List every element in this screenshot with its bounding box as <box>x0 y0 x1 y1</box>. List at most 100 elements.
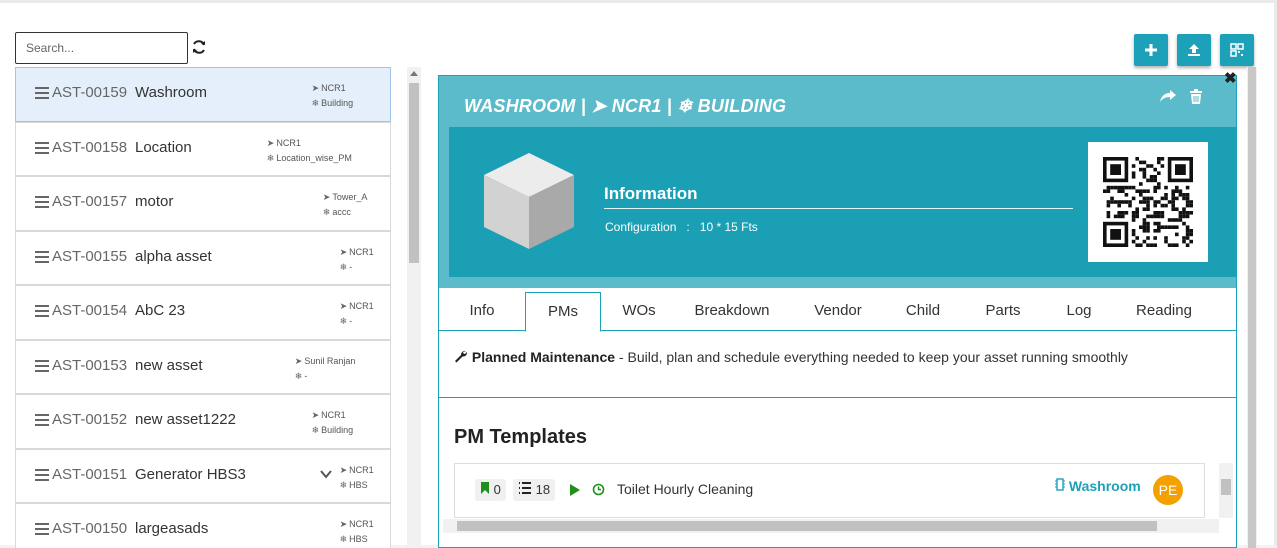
hamburger-icon[interactable] <box>35 196 49 208</box>
category-snowflake-icon: ❄ <box>322 207 331 217</box>
hamburger-icon[interactable] <box>35 359 49 372</box>
asset-list: AST-00159 Washroom ➤ NCR1 ❄ Building AST-00158… <box>15 67 391 548</box>
list-item[interactable]: AST-00157 motor ➤ Tower_A ❄ accc <box>15 176 391 231</box>
asset-page: AST-00159Washroom➤NCR1❄BuildingAST-00158… <box>0 0 1277 548</box>
tab-reading[interactable]: Reading <box>1109 292 1219 331</box>
add-asset-button[interactable] <box>1134 34 1168 66</box>
hamburger-icon[interactable] <box>35 523 49 535</box>
asset-meta: ➤ NCR1 ❄ Building <box>312 408 354 438</box>
hamburger-icon[interactable] <box>35 468 49 481</box>
tab-breakdown[interactable]: Breakdown <box>677 292 787 331</box>
qr-code[interactable] <box>1088 142 1208 262</box>
asset-location: NCR1 <box>349 464 374 475</box>
asset-code: AST-00153 <box>52 356 128 374</box>
list-item[interactable]: AST-00153 new asset ➤ Sunil Ranjan ❄ - <box>15 339 391 394</box>
pm-description: Planned Maintenance - Build, plan and sc… <box>454 349 1128 365</box>
category-snowflake-icon: ❄ <box>266 152 275 163</box>
tab-wos[interactable]: WOs <box>601 292 677 331</box>
detail-title: WASHROOM | ➤ NCR1 | ❄ BUILDING <box>464 96 787 116</box>
asset-name: Location <box>135 138 192 156</box>
category-snowflake-icon: ❄ <box>339 479 348 490</box>
trash-icon[interactable] <box>1189 89 1203 105</box>
list-item[interactable]: AST-00151 Generator HBS3 ➤ NCR1 ❄ HBS <box>15 448 391 503</box>
location-arrow-icon: ➤ <box>294 355 303 366</box>
hamburger-icon[interactable] <box>35 305 49 317</box>
location-arrow-icon: ➤ <box>339 519 348 529</box>
page-scrollbar[interactable] <box>1247 67 1257 548</box>
detail-header: WASHROOM | ➤ NCR1 | ❄ BUILDING Informati… <box>439 76 1236 288</box>
hamburger-icon[interactable] <box>35 141 49 154</box>
config-value: 10 * 15 Fts <box>699 220 758 234</box>
asset-code: AST-00154 <box>52 302 128 319</box>
config-label: Configuration <box>605 220 677 234</box>
asset-category: Location_wise_PM <box>276 152 352 163</box>
scrollbar-thumb[interactable] <box>409 83 419 263</box>
list-icon <box>519 482 531 494</box>
asset-name: new asset1222 <box>135 411 236 428</box>
list-item[interactable]: AST-00154 AbC 23 ➤ NCR1 ❄ - <box>15 285 391 340</box>
scroll-up-arrow[interactable] <box>410 71 418 76</box>
category-snowflake-icon: ❄ <box>294 370 303 381</box>
asset-location: NCR1 <box>276 137 301 148</box>
assignee-avatar[interactable]: PE <box>1153 475 1183 505</box>
tab-vendor[interactable]: Vendor <box>787 292 889 331</box>
flag-count-badge: 0 <box>475 479 506 501</box>
list-item[interactable]: AST-00158 Location ➤ NCR1 ❄ Location_wise_PM <box>15 121 391 176</box>
asset-code: AST-00158 <box>52 138 128 156</box>
task-count: 18 <box>535 482 551 497</box>
hamburger-icon[interactable] <box>35 87 49 99</box>
tab-pms[interactable]: PMs <box>525 292 601 332</box>
category-snowflake-icon: ❄ <box>339 261 348 272</box>
tab-parts[interactable]: Parts <box>957 292 1049 331</box>
asset-category: - <box>349 316 353 326</box>
templates-vscroll[interactable] <box>1219 463 1233 518</box>
templates-hscroll-thumb[interactable] <box>457 521 1157 531</box>
chevron-down-icon[interactable] <box>319 468 332 480</box>
asset-meta: ➤ NCR1 ❄ Building <box>312 81 354 111</box>
list-item[interactable]: AST-00150 largeasads ➤ NCR1 ❄ HBS <box>15 503 391 548</box>
template-location-name: Washroom <box>1068 478 1141 494</box>
qr-button[interactable] <box>1220 34 1254 66</box>
upload-icon <box>1188 44 1200 56</box>
building-icon <box>1055 478 1065 491</box>
configuration-text: Configuration : 10 * 15 Fts <box>605 220 758 234</box>
asset-name: AbC 23 <box>135 302 186 319</box>
tab-child[interactable]: Child <box>889 292 957 331</box>
templates-hscroll[interactable] <box>443 519 1219 533</box>
asset-meta: ➤ NCR1 ❄ - <box>340 245 374 275</box>
tab-log[interactable]: Log <box>1049 292 1109 331</box>
asset-code: AST-00157 <box>52 193 128 210</box>
asset-name: largeasads <box>135 520 209 537</box>
search-input[interactable] <box>15 32 188 64</box>
template-name[interactable]: Toilet Hourly Cleaning <box>617 481 753 497</box>
templates-vscroll-thumb[interactable] <box>1221 479 1231 495</box>
asset-category: HBS <box>349 534 368 544</box>
asset-name: Generator HBS3 <box>135 465 246 483</box>
share-icon[interactable] <box>1159 88 1177 104</box>
pm-template-row[interactable]: 0 18 Toilet Hourly Cleaning Washroom PE <box>454 463 1205 518</box>
list-item[interactable]: AST-00155 alpha asset ➤ NCR1 ❄ - <box>15 230 391 285</box>
hamburger-icon[interactable] <box>35 414 49 426</box>
close-icon[interactable]: ✖ <box>1224 69 1237 87</box>
tab-info[interactable]: Info <box>439 292 525 331</box>
clock-icon[interactable] <box>592 483 605 496</box>
refresh-icon[interactable] <box>191 39 207 55</box>
asset-location: NCR1 <box>349 246 374 257</box>
asset-code: AST-00152 <box>52 411 128 428</box>
play-icon[interactable] <box>569 483 581 497</box>
asset-category: - <box>349 261 353 272</box>
plus-icon <box>1145 44 1157 56</box>
category-snowflake-icon: ❄ <box>311 425 320 435</box>
config-separator: : <box>686 220 690 234</box>
asset-code: AST-00159 <box>52 84 128 101</box>
template-location[interactable]: Washroom <box>1055 478 1141 494</box>
upload-button[interactable] <box>1177 34 1211 66</box>
list-item[interactable]: AST-00152 new asset1222 ➤ NCR1 ❄ Building <box>15 394 391 449</box>
section-divider <box>439 397 1236 398</box>
asset-location: Sunil Ranjan <box>304 355 356 366</box>
list-scrollbar[interactable] <box>407 67 421 548</box>
list-item[interactable]: AST-00159 Washroom ➤ NCR1 ❄ Building <box>15 67 391 122</box>
page-scrollbar-thumb[interactable] <box>1248 67 1256 548</box>
asset-meta: ➤ Sunil Ranjan ❄ - <box>295 354 356 384</box>
hamburger-icon[interactable] <box>35 250 49 263</box>
